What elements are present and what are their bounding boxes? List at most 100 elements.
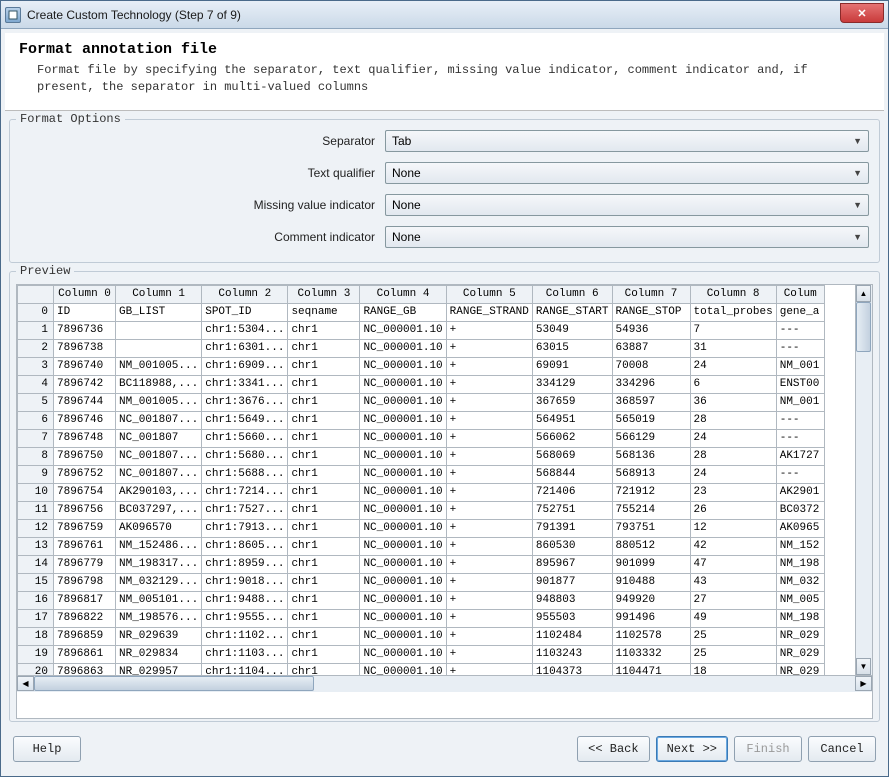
table-cell[interactable]: 54936 — [612, 321, 690, 339]
table-cell[interactable]: chr1 — [288, 645, 360, 663]
scroll-down-icon[interactable]: ▼ — [856, 658, 871, 675]
table-cell[interactable]: total_probes — [690, 303, 776, 321]
row-header[interactable]: 0 — [18, 303, 54, 321]
table-cell[interactable]: 26 — [690, 501, 776, 519]
row-header[interactable]: 8 — [18, 447, 54, 465]
row-header[interactable]: 15 — [18, 573, 54, 591]
table-cell[interactable]: 28 — [690, 411, 776, 429]
table-cell[interactable]: 25 — [690, 645, 776, 663]
table-cell[interactable]: chr1 — [288, 573, 360, 591]
table-cell[interactable]: + — [446, 645, 532, 663]
table-cell[interactable]: NC_000001.10 — [360, 393, 446, 411]
table-row[interactable]: 127896759AK096570chr1:7913...chr1NC_0000… — [18, 519, 825, 537]
table-cell[interactable]: 7896817 — [54, 591, 116, 609]
table-cell[interactable]: 566062 — [532, 429, 612, 447]
table-cell[interactable]: 69091 — [532, 357, 612, 375]
table-cell[interactable]: NC_000001.10 — [360, 501, 446, 519]
table-cell[interactable]: 955503 — [532, 609, 612, 627]
table-cell[interactable]: + — [446, 537, 532, 555]
table-cell[interactable]: 1103243 — [532, 645, 612, 663]
table-cell[interactable]: chr1 — [288, 429, 360, 447]
preview-table-scroll[interactable]: Column 0Column 1Column 2Column 3Column 4… — [17, 285, 872, 675]
table-row[interactable]: 107896754AK290103,...chr1:7214...chr1NC_… — [18, 483, 825, 501]
table-cell[interactable]: chr1 — [288, 519, 360, 537]
table-row[interactable]: 27896738chr1:6301...chr1NC_000001.10+630… — [18, 339, 825, 357]
row-header[interactable]: 11 — [18, 501, 54, 519]
table-cell[interactable]: NC_000001.10 — [360, 465, 446, 483]
table-cell[interactable]: NC_000001.10 — [360, 357, 446, 375]
table-cell[interactable]: chr1:5688... — [202, 465, 288, 483]
table-cell[interactable]: chr1:8959... — [202, 555, 288, 573]
table-cell[interactable]: chr1:9018... — [202, 573, 288, 591]
table-cell[interactable]: BC0372 — [776, 501, 824, 519]
table-cell[interactable]: 23 — [690, 483, 776, 501]
row-header[interactable]: 4 — [18, 375, 54, 393]
table-cell[interactable]: 7896859 — [54, 627, 116, 645]
row-header[interactable]: 7 — [18, 429, 54, 447]
table-cell[interactable]: NM_001005... — [116, 393, 202, 411]
table-cell[interactable]: + — [446, 591, 532, 609]
table-cell[interactable]: 7896798 — [54, 573, 116, 591]
table-cell[interactable]: 31 — [690, 339, 776, 357]
table-cell[interactable]: chr1 — [288, 663, 360, 675]
table-cell[interactable]: NR_029 — [776, 645, 824, 663]
table-cell[interactable]: chr1 — [288, 591, 360, 609]
table-row[interactable]: 197896861NR_029834chr1:1103...chr1NC_000… — [18, 645, 825, 663]
table-cell[interactable]: NC_000001.10 — [360, 429, 446, 447]
column-header[interactable]: Column 6 — [532, 285, 612, 303]
table-cell[interactable]: 7896744 — [54, 393, 116, 411]
table-cell[interactable]: 7896748 — [54, 429, 116, 447]
table-cell[interactable]: 1104471 — [612, 663, 690, 675]
table-cell[interactable]: 910488 — [612, 573, 690, 591]
table-cell[interactable]: NM_198 — [776, 609, 824, 627]
table-cell[interactable]: NC_000001.10 — [360, 555, 446, 573]
table-cell[interactable]: 7896746 — [54, 411, 116, 429]
table-cell[interactable]: 565019 — [612, 411, 690, 429]
table-cell[interactable]: 860530 — [532, 537, 612, 555]
table-cell[interactable]: 7896740 — [54, 357, 116, 375]
table-cell[interactable]: 880512 — [612, 537, 690, 555]
table-cell[interactable]: ID — [54, 303, 116, 321]
column-header[interactable]: Column 7 — [612, 285, 690, 303]
table-cell[interactable]: 568844 — [532, 465, 612, 483]
table-cell[interactable]: BC037297,... — [116, 501, 202, 519]
table-cell[interactable]: RANGE_GB — [360, 303, 446, 321]
table-row[interactable]: 17896736chr1:5304...chr1NC_000001.10+530… — [18, 321, 825, 339]
table-cell[interactable]: RANGE_STOP — [612, 303, 690, 321]
row-header[interactable]: 20 — [18, 663, 54, 675]
table-cell[interactable]: 36 — [690, 393, 776, 411]
table-cell[interactable]: BC118988,... — [116, 375, 202, 393]
table-cell[interactable]: + — [446, 465, 532, 483]
table-cell[interactable]: AK2901 — [776, 483, 824, 501]
column-header[interactable]: Column 0 — [54, 285, 116, 303]
table-cell[interactable]: NC_000001.10 — [360, 519, 446, 537]
table-cell[interactable]: NC_000001.10 — [360, 663, 446, 675]
table-cell[interactable]: 7896736 — [54, 321, 116, 339]
table-row[interactable]: 177896822NM_198576...chr1:9555...chr1NC_… — [18, 609, 825, 627]
table-cell[interactable]: NC_000001.10 — [360, 411, 446, 429]
table-cell[interactable]: + — [446, 519, 532, 537]
table-cell[interactable]: 63015 — [532, 339, 612, 357]
table-cell[interactable]: 568136 — [612, 447, 690, 465]
table-cell[interactable]: chr1 — [288, 537, 360, 555]
table-cell[interactable]: 12 — [690, 519, 776, 537]
table-cell[interactable]: chr1:9555... — [202, 609, 288, 627]
table-cell[interactable]: NM_001 — [776, 357, 824, 375]
comment-indicator-dropdown[interactable]: None ▼ — [385, 226, 869, 248]
table-row[interactable]: 57896744NM_001005...chr1:3676...chr1NC_0… — [18, 393, 825, 411]
table-cell[interactable]: AK1727 — [776, 447, 824, 465]
table-cell[interactable]: NC_000001.10 — [360, 645, 446, 663]
row-header[interactable]: 16 — [18, 591, 54, 609]
table-cell[interactable]: NM_198 — [776, 555, 824, 573]
table-cell[interactable]: 24 — [690, 357, 776, 375]
table-cell[interactable]: --- — [776, 429, 824, 447]
table-cell[interactable]: 7 — [690, 321, 776, 339]
table-cell[interactable]: 25 — [690, 627, 776, 645]
table-cell[interactable]: 755214 — [612, 501, 690, 519]
scroll-right-icon[interactable]: ▶ — [855, 676, 872, 691]
table-cell[interactable]: NR_029 — [776, 627, 824, 645]
table-cell[interactable]: + — [446, 447, 532, 465]
column-header[interactable]: Column 4 — [360, 285, 446, 303]
table-cell[interactable]: 7896759 — [54, 519, 116, 537]
table-cell[interactable]: chr1:1104... — [202, 663, 288, 675]
